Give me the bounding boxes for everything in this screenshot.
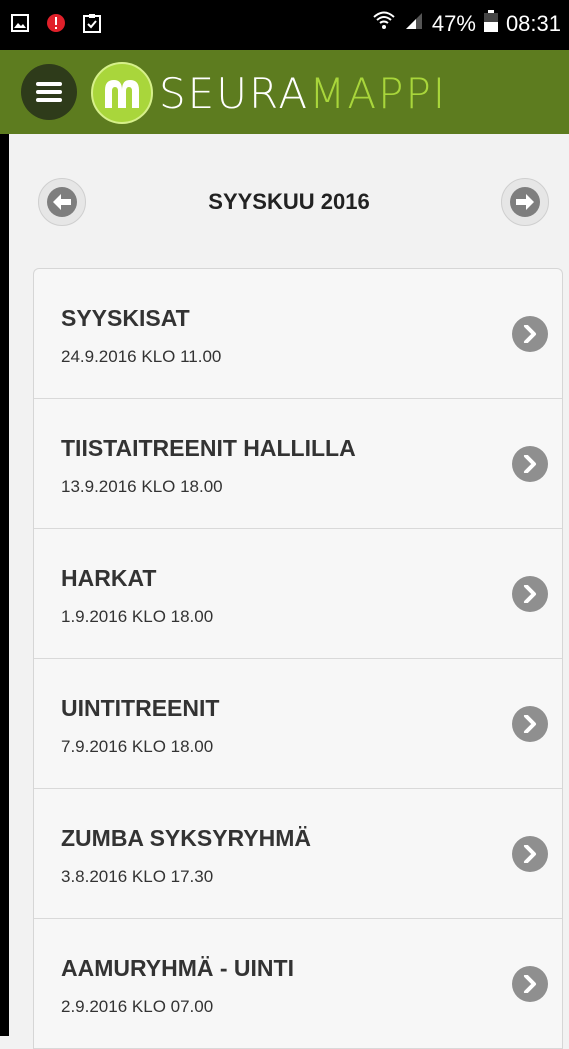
event-title: TIISTAITREENIT HALLILLA — [61, 435, 356, 461]
gallery-notification-icon — [10, 13, 30, 33]
clock: 08:31 — [505, 11, 561, 36]
event-date: 1.9.2016 KLO 18.00 — [61, 607, 214, 626]
event-date: 7.9.2016 KLO 18.00 — [61, 737, 214, 756]
left-edge — [0, 134, 9, 1036]
hamburger-icon — [36, 82, 62, 102]
event-item-aamuryhma[interactable]: AAMURYHMÄ - UINTI 2.9.2016 KLO 07.00 — [34, 919, 562, 1049]
chevron-right-icon[interactable] — [512, 705, 548, 742]
event-title: SYYSKISAT — [61, 305, 190, 331]
app-logo: SEURAMAPPI — [91, 62, 447, 124]
signal-icon — [404, 11, 424, 37]
chevron-right-icon[interactable] — [512, 965, 548, 1002]
event-title: UINTITREENIT — [61, 695, 220, 721]
event-item-zumba[interactable]: ZUMBA SYKSYRYHMÄ 3.8.2016 KLO 17.30 — [34, 789, 562, 919]
clipboard-notification-icon — [82, 13, 102, 33]
app-header: SEURAMAPPI — [0, 50, 569, 134]
event-title: ZUMBA SYKSYRYHMÄ — [61, 825, 312, 851]
status-bar: 47% 08:31 — [0, 0, 569, 50]
event-item-tiistaitreenit[interactable]: TIISTAITREENIT HALLILLA 13.9.2016 KLO 18… — [34, 399, 562, 529]
menu-button[interactable] — [21, 64, 77, 120]
logo-wordmark: SEURAMAPPI — [159, 69, 447, 118]
logo-m-icon — [91, 62, 153, 124]
wifi-icon — [372, 10, 396, 38]
arrow-right-icon — [516, 194, 534, 210]
event-item-uintitreenit[interactable]: UINTITREENIT 7.9.2016 KLO 18.00 — [34, 659, 562, 789]
month-title: SYYSKUU 2016 — [208, 189, 370, 214]
event-date: 2.9.2016 KLO 07.00 — [61, 997, 214, 1016]
event-date: 3.8.2016 KLO 17.30 — [61, 867, 214, 886]
event-item-harkat[interactable]: HARKAT 1.9.2016 KLO 18.00 — [34, 529, 562, 659]
event-title: HARKAT — [61, 565, 157, 591]
next-month-button[interactable] — [501, 178, 549, 226]
battery-percent: 47% — [431, 11, 476, 36]
alert-notification-icon — [46, 13, 66, 33]
month-navigation: SYYSKUU 2016 — [9, 134, 569, 268]
event-date: 24.9.2016 KLO 11.00 — [61, 347, 222, 366]
event-list: SYYSKISAT 24.9.2016 KLO 11.00 TIISTAITRE… — [33, 268, 563, 1049]
battery-icon — [483, 10, 498, 38]
chevron-right-icon[interactable] — [512, 445, 548, 482]
chevron-right-icon[interactable] — [512, 315, 548, 352]
logo-text-seura: SEURA — [159, 68, 310, 118]
logo-text-mappi: MAPPI — [309, 68, 448, 118]
chevron-right-icon[interactable] — [512, 575, 548, 612]
event-date: 13.9.2016 KLO 18.00 — [61, 477, 223, 496]
event-title: AAMURYHMÄ - UINTI — [61, 955, 294, 981]
event-item-syyskisat[interactable]: SYYSKISAT 24.9.2016 KLO 11.00 — [34, 269, 562, 399]
chevron-right-icon[interactable] — [512, 835, 548, 872]
